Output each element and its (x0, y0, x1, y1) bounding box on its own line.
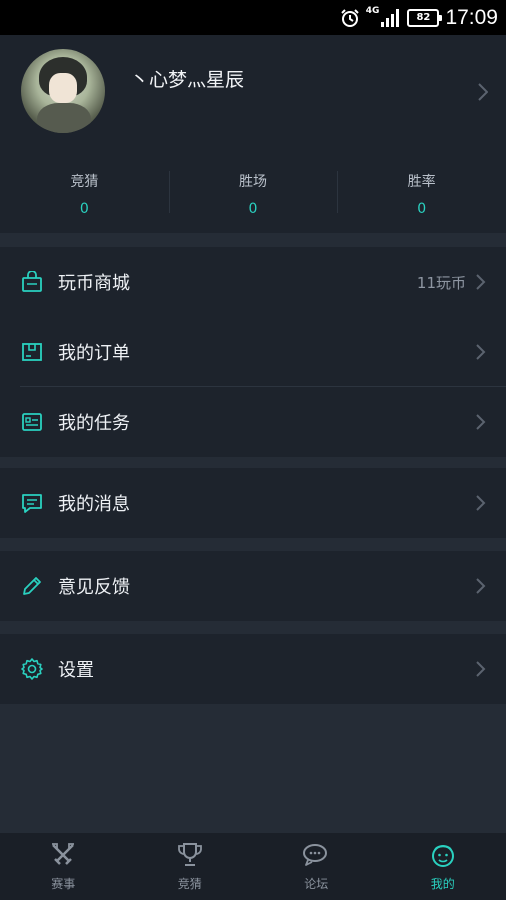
stat-guess[interactable]: 竞猜 0 (0, 165, 169, 225)
stat-value: 0 (79, 201, 89, 217)
menu-group-feedback: 意见反馈 (0, 551, 506, 621)
menu-label: 我的消息 (58, 494, 130, 515)
nav-tab-forum[interactable]: 论坛 (253, 833, 380, 900)
nav-tab-guess[interactable]: 竞猜 (127, 833, 254, 900)
stat-label: 竞猜 (70, 174, 99, 190)
menu-item-coin-mall[interactable]: 玩币商城 11玩币 (0, 247, 506, 317)
alarm-icon (340, 8, 360, 28)
coin-balance: 11玩币 (416, 273, 466, 292)
chevron-right-icon (476, 495, 486, 511)
nav-tab-me[interactable]: 我的 (380, 833, 506, 900)
clock: 17:09 (445, 5, 498, 29)
menu-item-settings[interactable]: 设置 (0, 634, 506, 704)
username: 丶心梦灬星辰 (130, 69, 245, 91)
menu-label: 我的订单 (58, 343, 130, 364)
nav-tab-matches[interactable]: 赛事 (0, 833, 127, 900)
stats-bar: 竞猜 0 胜场 0 胜率 0 (0, 165, 506, 225)
network-type: 4G (365, 5, 380, 16)
chevron-right-icon (476, 578, 486, 594)
bottom-nav: 赛事 竞猜 论坛 我的 (0, 833, 506, 900)
profile-card[interactable]: 丶心梦灬星辰 竞猜 0 胜场 0 胜率 0 (0, 35, 506, 233)
chat-icon (302, 842, 330, 872)
menu-label: 玩币商城 (58, 273, 130, 294)
chevron-right-icon (476, 661, 486, 677)
user-face-icon (429, 842, 457, 872)
nav-label: 论坛 (304, 876, 329, 891)
stat-wins[interactable]: 胜场 0 (168, 165, 338, 225)
menu-item-my-tasks[interactable]: 我的任务 (0, 387, 506, 457)
menu-item-feedback[interactable]: 意见反馈 (0, 551, 506, 621)
status-bar: 4G 82 17:09 (0, 0, 506, 35)
crossed-swords-icon (49, 842, 77, 872)
nav-label: 我的 (430, 876, 455, 891)
message-icon (20, 491, 44, 515)
task-card-icon (20, 410, 44, 434)
nav-label: 赛事 (51, 876, 76, 891)
menu-group-settings: 设置 (0, 634, 506, 704)
stat-win-rate[interactable]: 胜率 0 (337, 165, 506, 225)
chevron-right-icon (476, 344, 486, 360)
pencil-icon (20, 574, 44, 598)
order-icon (20, 340, 44, 364)
trophy-icon (176, 842, 204, 872)
nav-label: 竞猜 (177, 876, 202, 891)
signal-icon (381, 8, 401, 27)
stat-label: 胜场 (239, 174, 267, 190)
menu-label: 意见反馈 (58, 577, 130, 598)
stat-value: 0 (417, 201, 427, 217)
menu-label: 我的任务 (58, 413, 130, 434)
avatar[interactable] (21, 49, 105, 133)
battery-indicator: 82 (407, 8, 443, 27)
menu-item-my-orders[interactable]: 我的订单 (0, 317, 506, 387)
chevron-right-icon (476, 414, 486, 430)
shopping-bag-icon (20, 270, 44, 294)
gear-icon (20, 657, 44, 681)
menu-group-messages: 我的消息 (0, 468, 506, 538)
chevron-right-icon (476, 274, 486, 290)
menu-group-account: 玩币商城 11玩币 我的订单 我的任务 (0, 247, 506, 457)
menu-item-my-messages[interactable]: 我的消息 (0, 468, 506, 538)
stat-value: 0 (248, 201, 258, 217)
menu-label: 设置 (58, 660, 94, 681)
chevron-right-icon (478, 83, 489, 105)
stat-label: 胜率 (407, 174, 436, 190)
